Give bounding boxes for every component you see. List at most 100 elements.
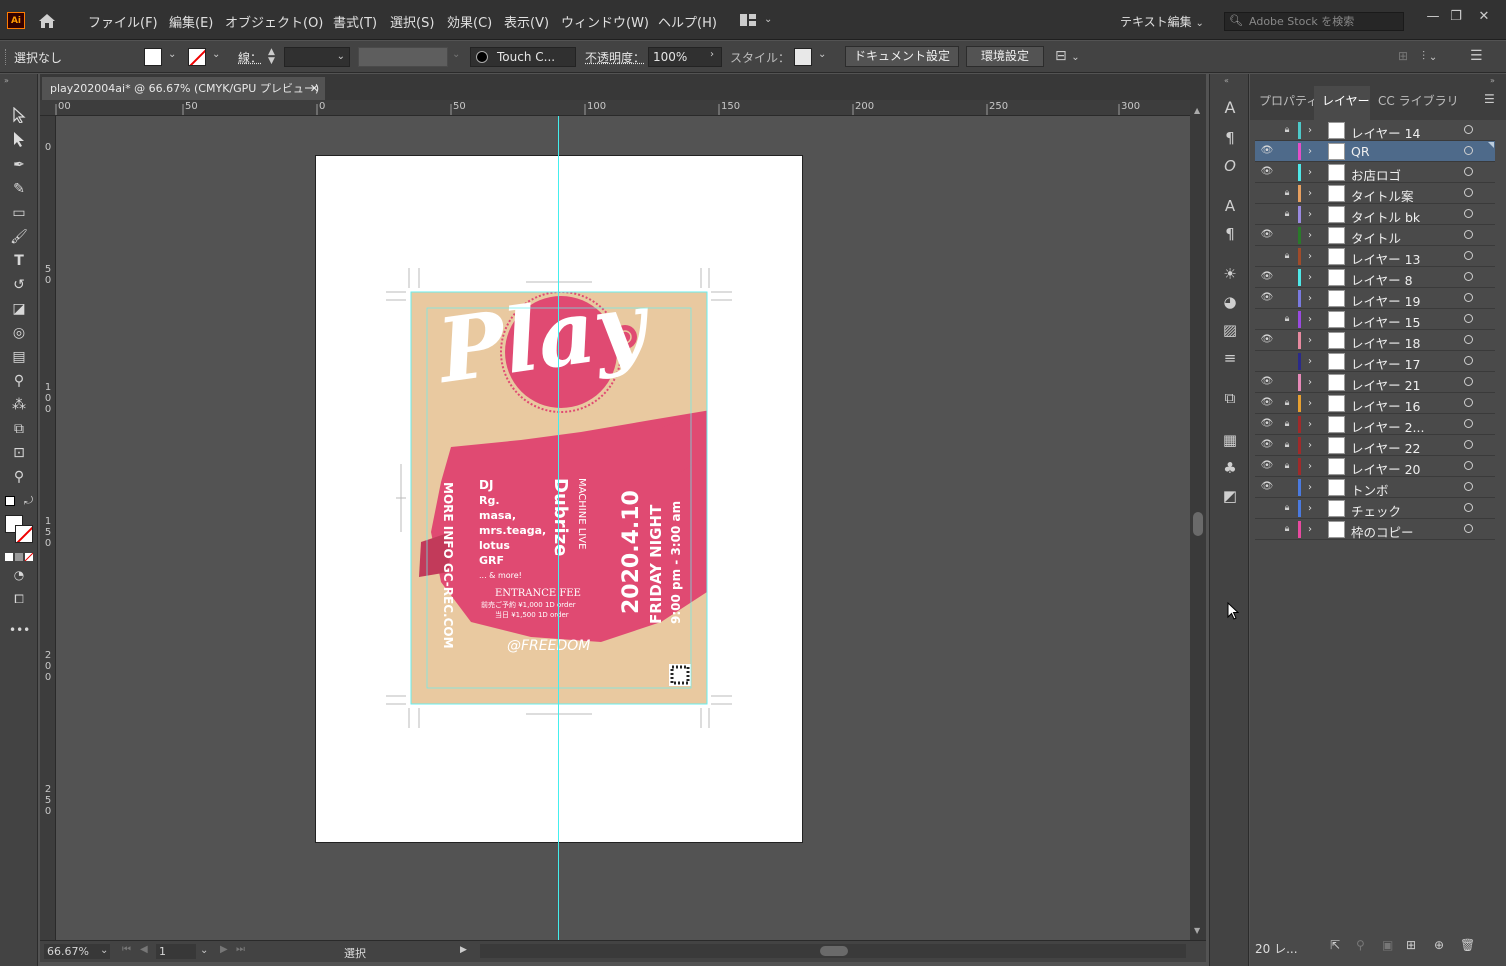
eye-icon[interactable]: 👁︎ bbox=[1260, 291, 1274, 305]
align-icon[interactable]: ⊟ ⌄ bbox=[1055, 48, 1080, 64]
layer-name[interactable]: お店ロゴ bbox=[1351, 165, 1401, 184]
pen-tool-icon[interactable]: ✒ bbox=[9, 155, 29, 175]
eye-icon[interactable]: 👁︎ bbox=[1260, 333, 1274, 347]
chevron-right-icon[interactable]: › bbox=[1308, 122, 1312, 139]
layer-target-icon[interactable] bbox=[1464, 293, 1473, 302]
stroke-color-icon[interactable] bbox=[15, 525, 33, 543]
layer-row[interactable]: 👁︎ 🔒︎ › レイヤー 16 bbox=[1255, 393, 1495, 414]
selection-tool-icon[interactable] bbox=[9, 106, 29, 127]
menu-view[interactable]: 表示(V) bbox=[504, 12, 549, 31]
export-icon[interactable]: ⇱ bbox=[1330, 938, 1340, 952]
eye-icon[interactable] bbox=[1260, 207, 1274, 221]
rectangle-tool-icon[interactable]: ▭ bbox=[9, 203, 29, 223]
chevron-down-icon[interactable]: ⌄ bbox=[168, 49, 176, 60]
layer-target-icon[interactable] bbox=[1464, 146, 1473, 155]
character-panel-icon[interactable]: A bbox=[1220, 98, 1240, 118]
rotate-tool-icon[interactable]: ↺ bbox=[9, 275, 29, 295]
layer-row[interactable]: › レイヤー 17 bbox=[1255, 351, 1495, 372]
layer-name[interactable]: レイヤー 2... bbox=[1351, 417, 1424, 436]
scroll-down-icon[interactable]: ▼ bbox=[1194, 926, 1200, 935]
trash-icon[interactable]: 🗑︎ bbox=[1460, 938, 1475, 952]
layer-name[interactable]: レイヤー 16 bbox=[1351, 396, 1421, 415]
direct-selection-tool-icon[interactable] bbox=[9, 131, 29, 151]
lock-icon[interactable]: 🔒︎ bbox=[1282, 459, 1292, 473]
menu-help[interactable]: ヘルプ(H) bbox=[658, 12, 717, 31]
chevron-right-icon[interactable]: › bbox=[1308, 500, 1312, 517]
eye-icon[interactable] bbox=[1260, 501, 1274, 515]
graphic-style-swatch[interactable] bbox=[794, 48, 812, 66]
lock-icon[interactable]: 🔒︎ bbox=[1282, 207, 1292, 221]
draw-mode-icon[interactable]: ◔ bbox=[9, 565, 29, 585]
chevron-right-icon[interactable]: › bbox=[1308, 269, 1312, 286]
menu-type[interactable]: 書式(T) bbox=[333, 12, 377, 31]
first-artboard-icon[interactable]: ⏮ bbox=[122, 944, 131, 955]
layer-target-icon[interactable] bbox=[1464, 167, 1473, 176]
layer-name[interactable]: レイヤー 13 bbox=[1351, 249, 1421, 268]
layer-target-icon[interactable] bbox=[1464, 356, 1473, 365]
arrange-icon[interactable]: ⊞ bbox=[1398, 49, 1408, 63]
close-icon[interactable]: ✕ bbox=[1475, 8, 1493, 26]
eye-icon[interactable]: 👁︎ bbox=[1260, 228, 1274, 242]
layer-name[interactable]: チェック bbox=[1351, 501, 1401, 520]
transform-panel-icon[interactable]: ⧉ bbox=[1220, 388, 1240, 408]
chevron-right-icon[interactable]: › bbox=[1308, 227, 1312, 244]
color-mode-icons[interactable] bbox=[5, 550, 34, 562]
eye-icon[interactable]: 👁︎ bbox=[1260, 459, 1274, 473]
arrange-documents-icon[interactable] bbox=[740, 14, 756, 26]
layer-target-icon[interactable] bbox=[1464, 314, 1473, 323]
layer-name[interactable]: レイヤー 20 bbox=[1351, 459, 1421, 478]
next-artboard-icon[interactable]: ▶ bbox=[220, 944, 228, 955]
stroke-label[interactable]: 線： bbox=[238, 49, 262, 66]
layer-name[interactable]: レイヤー 22 bbox=[1351, 438, 1421, 457]
chevron-right-icon[interactable]: › bbox=[1308, 395, 1312, 412]
eraser-tool-icon[interactable]: ◪ bbox=[9, 299, 29, 319]
chevron-right-icon[interactable]: › bbox=[1308, 374, 1312, 391]
layer-row[interactable]: 👁︎ › レイヤー 21 bbox=[1255, 372, 1495, 393]
maximize-icon[interactable]: ❐ bbox=[1447, 8, 1465, 26]
tab-properties[interactable]: プロパティ bbox=[1259, 92, 1318, 109]
last-artboard-icon[interactable]: ⏭ bbox=[236, 944, 245, 955]
canvas[interactable]: Play DJ Rg. masa, mrs.teaga, lotus GRF .… bbox=[56, 116, 1190, 940]
menu-object[interactable]: オブジェクト(O) bbox=[225, 12, 323, 31]
chevron-right-icon[interactable]: › bbox=[1308, 521, 1312, 538]
eye-icon[interactable] bbox=[1260, 522, 1274, 536]
clipping-mask-icon[interactable]: ▣ bbox=[1382, 938, 1393, 952]
chevron-right-icon[interactable]: › bbox=[1308, 164, 1312, 181]
chevron-right-icon[interactable]: › bbox=[1308, 458, 1312, 475]
layer-row[interactable]: 👁︎ › レイヤー 18 bbox=[1255, 330, 1495, 351]
eye-icon[interactable] bbox=[1260, 312, 1274, 326]
eye-icon[interactable]: 👁︎ bbox=[1260, 396, 1274, 410]
chevron-right-icon[interactable]: › bbox=[1308, 437, 1312, 454]
layer-name[interactable]: トンボ bbox=[1351, 480, 1389, 499]
eye-icon[interactable] bbox=[1260, 186, 1274, 200]
prev-artboard-icon[interactable]: ◀ bbox=[140, 944, 148, 955]
eye-icon[interactable]: 👁︎ bbox=[1260, 144, 1274, 158]
layer-target-icon[interactable] bbox=[1464, 272, 1473, 281]
layer-row[interactable]: 🔒︎ › レイヤー 14 bbox=[1255, 120, 1495, 141]
chevron-down-icon[interactable]: ⌄ bbox=[818, 49, 826, 60]
layer-target-icon[interactable] bbox=[1464, 482, 1473, 491]
zoom-tool-icon[interactable]: ⚲ bbox=[9, 467, 29, 487]
layer-target-icon[interactable] bbox=[1464, 461, 1473, 470]
vertical-guide[interactable] bbox=[558, 116, 559, 940]
stroke-panel-icon[interactable]: ≡ bbox=[1220, 348, 1240, 368]
default-colors-icon[interactable] bbox=[5, 496, 15, 506]
lock-icon[interactable] bbox=[1282, 333, 1292, 347]
document-tab[interactable]: play202004ai* @ 66.67% (CMYK/GPU プレビュー) … bbox=[42, 77, 325, 100]
horizontal-ruler[interactable]: 00 50 0 50 100 150 200 250 300 bbox=[40, 100, 1190, 116]
minimize-icon[interactable]: — bbox=[1424, 8, 1442, 26]
chevron-down-icon[interactable]: ⌄ bbox=[100, 945, 108, 956]
lock-icon[interactable]: 🔒︎ bbox=[1282, 438, 1292, 452]
paragraph-styles-icon[interactable]: ¶ bbox=[1220, 224, 1240, 244]
lock-icon[interactable]: 🔒︎ bbox=[1282, 123, 1292, 137]
layer-row[interactable]: 🔒︎ › レイヤー 13 bbox=[1255, 246, 1495, 267]
expand-icon[interactable]: « bbox=[1224, 76, 1229, 85]
artboard-number-input[interactable]: 1 bbox=[156, 944, 196, 959]
layer-row[interactable]: 👁︎ › QR bbox=[1255, 141, 1495, 162]
scroll-up-icon[interactable]: ▲ bbox=[1194, 106, 1200, 115]
screen-mode-icon[interactable]: ⧠ bbox=[9, 589, 29, 609]
eye-icon[interactable]: 👁︎ bbox=[1260, 480, 1274, 494]
lock-icon[interactable] bbox=[1282, 375, 1292, 389]
lock-icon[interactable] bbox=[1282, 291, 1292, 305]
eye-icon[interactable]: 👁︎ bbox=[1260, 270, 1274, 284]
